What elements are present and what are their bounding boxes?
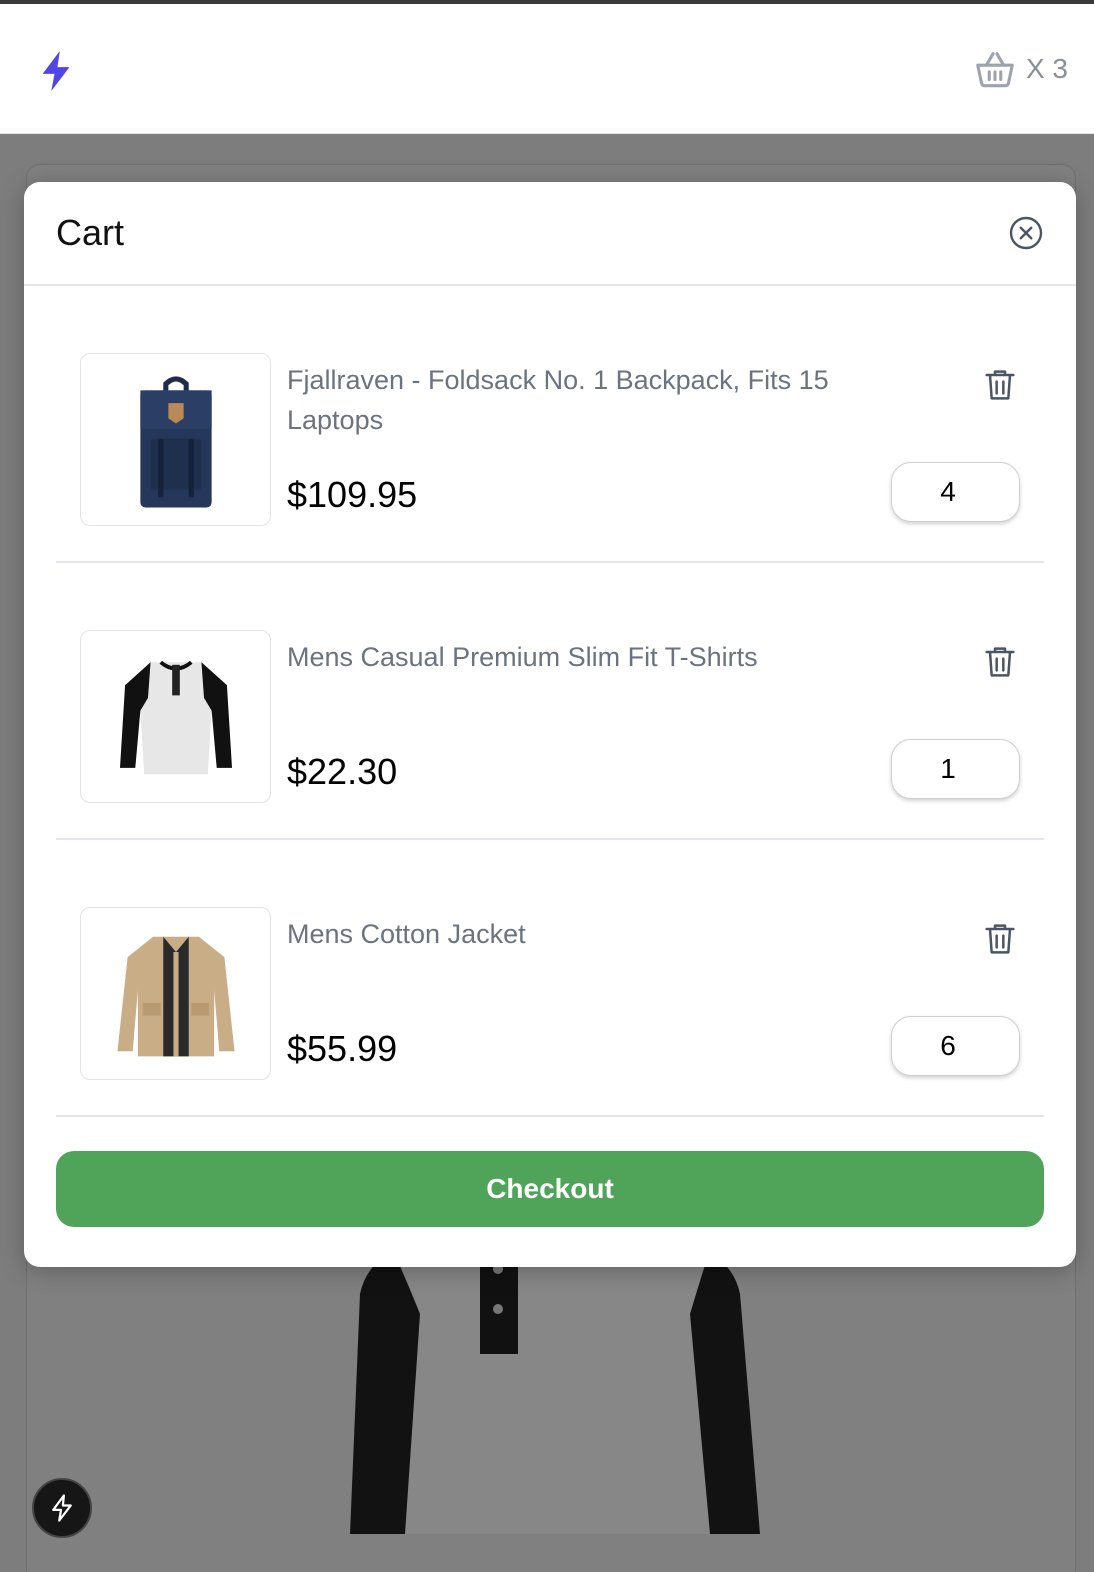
- close-circle-icon[interactable]: [1008, 215, 1044, 251]
- raglan-t-shirt-image: [119, 660, 232, 774]
- product-price: $22.30: [287, 751, 398, 792]
- lightning-bolt-icon[interactable]: [34, 48, 80, 94]
- product-image-t-shirt[interactable]: [80, 630, 271, 803]
- cart-items-list: Fjallraven - Foldsack No. 1 Backpack, Fi…: [24, 286, 1076, 1117]
- backpack-image: [139, 375, 212, 507]
- cart-count: X 3: [1025, 53, 1068, 84]
- trash-icon[interactable]: [980, 364, 1020, 406]
- floating-logo-button[interactable]: [32, 1478, 92, 1538]
- quantity-input[interactable]: [891, 462, 1020, 522]
- product-title[interactable]: Mens Casual Premium Slim Fit T-Shirts: [287, 637, 897, 677]
- product-title[interactable]: Fjallraven - Foldsack No. 1 Backpack, Fi…: [287, 360, 897, 440]
- product-image-jacket[interactable]: [80, 907, 271, 1080]
- product-title[interactable]: Mens Cotton Jacket: [287, 914, 897, 954]
- cotton-jacket-image: [116, 936, 235, 1056]
- product-price: $109.95: [287, 474, 418, 515]
- product-price: $55.99: [287, 1028, 398, 1069]
- cart-item: Mens Cotton Jacket $55.99: [56, 840, 1044, 1117]
- top-navbar: X 3: [0, 4, 1094, 134]
- trash-icon[interactable]: [980, 918, 1020, 960]
- cart-indicator[interactable]: X 3: [972, 46, 1068, 92]
- quantity-input[interactable]: [891, 739, 1020, 799]
- quantity-input[interactable]: [891, 1016, 1020, 1076]
- checkout-button[interactable]: Checkout: [56, 1151, 1044, 1227]
- cart-item: Mens Casual Premium Slim Fit T-Shirts $2…: [56, 563, 1044, 840]
- lightning-bolt-icon: [52, 1494, 72, 1522]
- product-image-backpack[interactable]: [80, 353, 271, 526]
- modal-title: Cart: [56, 212, 125, 253]
- trash-icon[interactable]: [980, 641, 1020, 683]
- modal-header: Cart: [24, 182, 1076, 286]
- basket-icon: [976, 52, 1014, 88]
- background-shirt-image: [350, 1234, 760, 1534]
- cart-item: Fjallraven - Foldsack No. 1 Backpack, Fi…: [56, 286, 1044, 563]
- cart-modal: Cart Fjallraven - Foldsack No. 1 Backpac…: [24, 182, 1076, 1267]
